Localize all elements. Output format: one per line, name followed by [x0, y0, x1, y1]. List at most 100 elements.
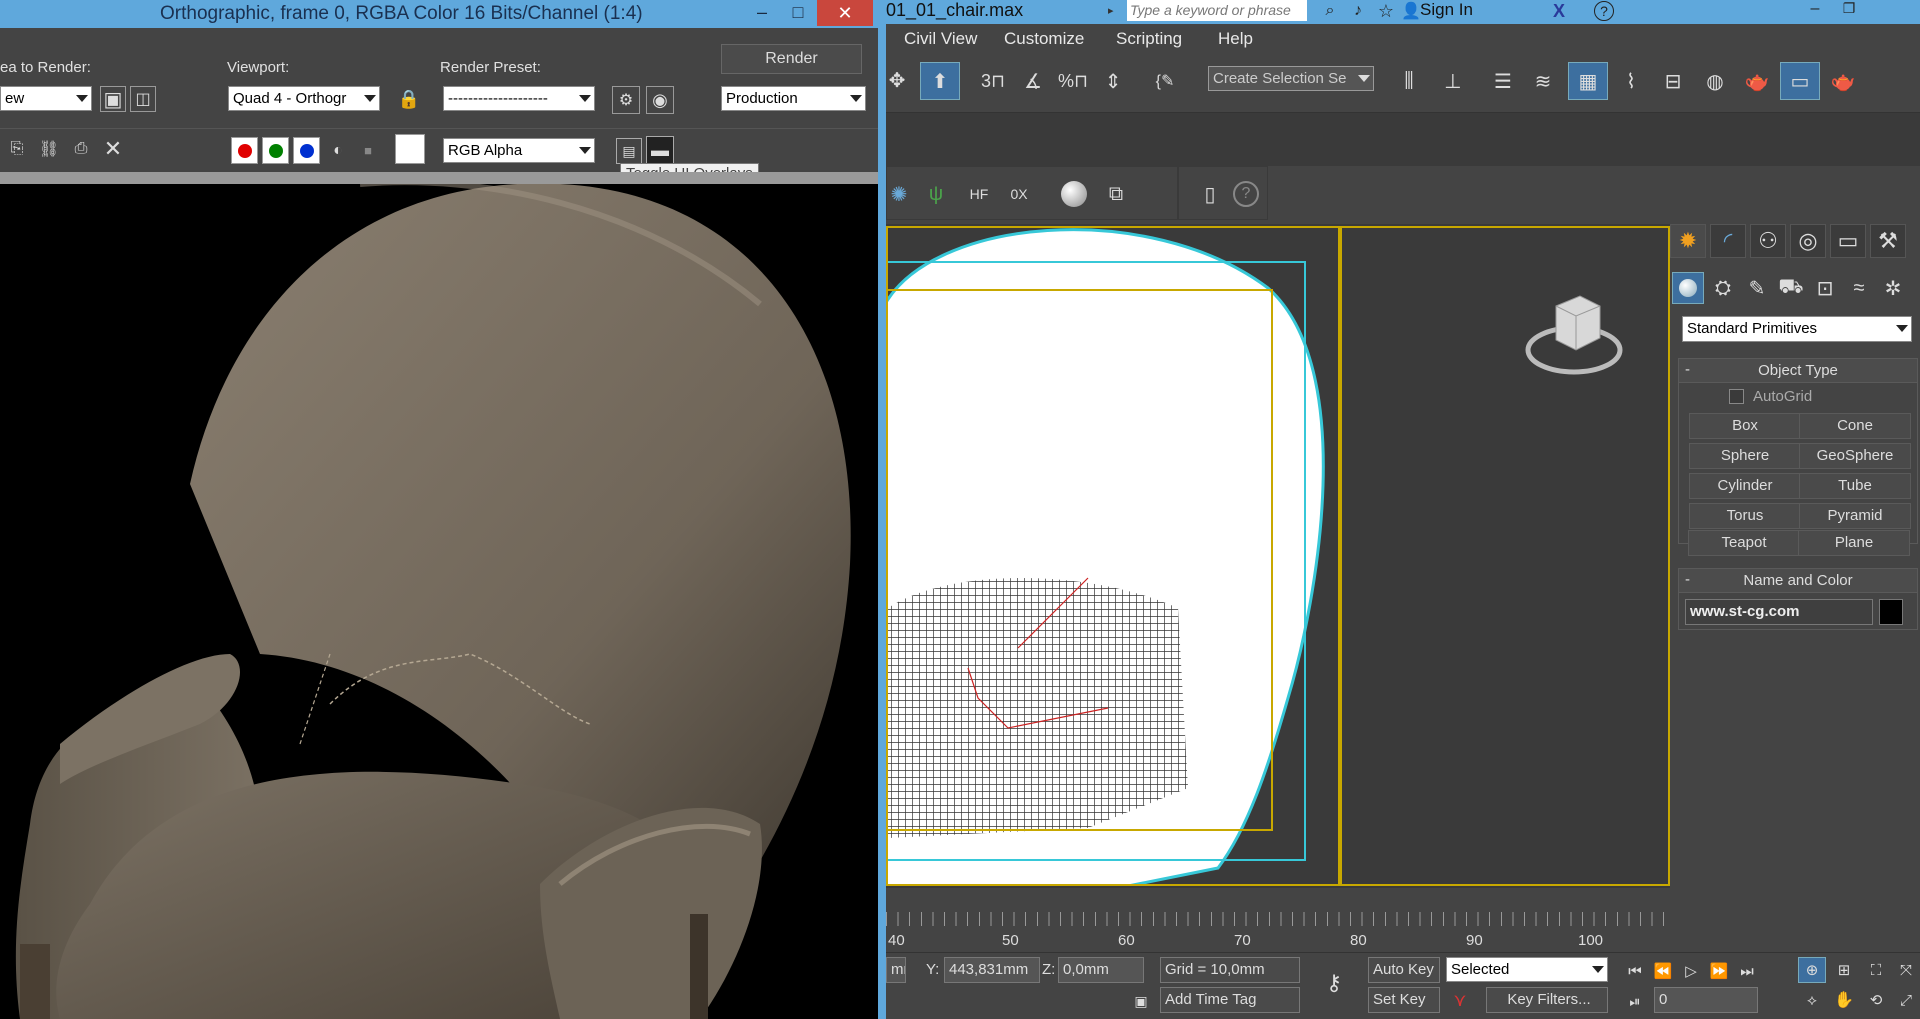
area-to-render-dropdown[interactable]: ew: [0, 86, 92, 111]
pan-icon[interactable]: ✋: [1830, 987, 1858, 1013]
zoom-extents-selected-icon[interactable]: ⛶: [1862, 957, 1890, 983]
channel-dropdown[interactable]: RGB Alpha: [443, 138, 595, 163]
play-icon[interactable]: ▷: [1678, 959, 1704, 983]
display-tab-icon[interactable]: ▭: [1830, 224, 1866, 258]
search-input[interactable]: Type a keyword or phrase: [1127, 0, 1307, 21]
rendered-frame-window-icon[interactable]: ▭: [1780, 62, 1820, 100]
key-mode-toggle-icon[interactable]: ⏯: [1622, 989, 1648, 1013]
name-color-header[interactable]: - Name and Color: [1679, 569, 1917, 593]
motion-tab-icon[interactable]: ◎: [1790, 224, 1826, 258]
menu-customize[interactable]: Customize: [1004, 29, 1084, 49]
maximize-toggle-icon[interactable]: ⤢: [1892, 987, 1920, 1013]
maximize-button[interactable]: □: [783, 0, 813, 28]
perspective-viewport[interactable]: [886, 226, 1340, 886]
percent-snap-icon[interactable]: %⊓: [1056, 62, 1090, 100]
close-button[interactable]: ✕: [817, 0, 873, 26]
category-dropdown[interactable]: Standard Primitives: [1682, 316, 1912, 342]
cylinder-button[interactable]: Cylinder: [1689, 473, 1801, 499]
geosphere-button[interactable]: GeoSphere: [1799, 443, 1911, 469]
max-titlebar[interactable]: 01_01_chair.max ▸ Type a keyword or phra…: [886, 0, 1920, 24]
viewcube-icon[interactable]: [1522, 278, 1632, 388]
material-editor-icon[interactable]: ◍: [1698, 62, 1732, 100]
zoom-all-icon[interactable]: ⊞: [1830, 957, 1858, 983]
object-name-field[interactable]: www.st-cg.com: [1685, 599, 1873, 625]
align-icon[interactable]: ⊥: [1436, 62, 1470, 100]
red-channel-button[interactable]: [231, 137, 258, 164]
monochrome-icon[interactable]: ■: [355, 137, 381, 164]
systems-icon[interactable]: ✲: [1878, 272, 1908, 304]
selection-set-dropdown[interactable]: Create Selection Se: [1208, 66, 1374, 91]
render-setup-icon[interactable]: ⚙: [612, 86, 640, 114]
time-tag-icon[interactable]: ▣: [1130, 989, 1152, 1013]
sign-in-link[interactable]: Sign In: [1420, 0, 1473, 20]
scene-explorer-icon[interactable]: ☰: [1486, 62, 1520, 100]
ribbon-toggle-icon[interactable]: ▦: [1568, 62, 1608, 100]
clear-icon[interactable]: ✕: [100, 136, 126, 162]
favorites-star-icon[interactable]: ☆: [1374, 0, 1398, 22]
object-color-swatch[interactable]: [1879, 599, 1903, 625]
track-bar[interactable]: 40 50 60 70 80 90 100: [886, 912, 1670, 950]
sphere-button[interactable]: Sphere: [1689, 443, 1801, 469]
render-production-icon[interactable]: 🫖: [1826, 62, 1860, 100]
exchange-icon[interactable]: X: [1546, 0, 1572, 22]
auto-region-icon[interactable]: ◫: [130, 86, 156, 112]
binoculars-icon[interactable]: ⌕: [1318, 0, 1342, 22]
menu-scripting[interactable]: Scripting: [1116, 29, 1182, 49]
foliage-icon[interactable]: ψ: [919, 177, 953, 211]
auto-key-button[interactable]: Auto Key: [1368, 957, 1440, 983]
render-setup-icon[interactable]: 🫖: [1740, 62, 1774, 100]
key-icon[interactable]: ⚷: [1312, 963, 1356, 1003]
current-frame-field[interactable]: 0: [1654, 987, 1758, 1013]
curve-editor-icon[interactable]: ⌇: [1614, 62, 1648, 100]
schematic-view-icon[interactable]: ⊟: [1656, 62, 1690, 100]
snaps-toggle-icon[interactable]: 3⊓: [976, 62, 1010, 100]
orbit-icon[interactable]: ⟲: [1862, 987, 1890, 1013]
plane-button[interactable]: Plane: [1798, 530, 1910, 556]
move-icon[interactable]: ✥: [886, 62, 908, 98]
spinner-snap-icon[interactable]: ⇕: [1096, 62, 1130, 100]
particle-icon[interactable]: ✺: [887, 177, 911, 211]
z-coordinate-field[interactable]: 0,0mm: [1058, 957, 1144, 983]
user-icon[interactable]: 👤: [1400, 0, 1422, 22]
help-circle-icon[interactable]: ?: [1229, 177, 1263, 211]
render-tools-icon[interactable]: ⧉: [1099, 177, 1133, 211]
toggle-ui-icon[interactable]: ▬: [646, 136, 674, 164]
cloth-icon[interactable]: 0X: [1001, 177, 1037, 211]
menu-help[interactable]: Help: [1218, 29, 1253, 49]
clone-window-icon[interactable]: ⛓: [36, 136, 62, 162]
render-window-titlebar[interactable]: Orthographic, frame 0, RGBA Color 16 Bit…: [0, 0, 882, 28]
help-icon[interactable]: ?: [1592, 0, 1616, 22]
cone-button[interactable]: Cone: [1799, 413, 1911, 439]
key-mode-dropdown[interactable]: Selected: [1446, 957, 1608, 982]
production-dropdown[interactable]: Production: [721, 86, 866, 111]
maximize-viewport-icon[interactable]: ⤧: [1892, 957, 1920, 983]
tube-button[interactable]: Tube: [1799, 473, 1911, 499]
modify-tab-icon[interactable]: ◜: [1710, 224, 1746, 258]
named-selection-edit-icon[interactable]: {✎: [1148, 62, 1182, 100]
print-icon[interactable]: ⎙: [68, 136, 94, 162]
alpha-channel-icon[interactable]: ◐: [325, 137, 351, 164]
create-tab-icon[interactable]: ✹: [1670, 224, 1706, 258]
autogrid-checkbox[interactable]: [1729, 389, 1744, 404]
manage-icon[interactable]: ▯: [1193, 177, 1227, 211]
hair-fur-icon[interactable]: HF: [961, 177, 997, 211]
viewport-dropdown[interactable]: Quad 4 - Orthogr: [228, 86, 380, 111]
helpers-icon[interactable]: ⊡: [1810, 272, 1840, 304]
right-viewport[interactable]: [1340, 226, 1670, 886]
torus-button[interactable]: Torus: [1689, 503, 1801, 529]
select-place-icon[interactable]: ⬆: [920, 62, 960, 100]
edit-region-icon[interactable]: ▣: [100, 86, 126, 112]
previous-frame-icon[interactable]: ⏪: [1650, 959, 1676, 983]
max-restore-button[interactable]: ❐: [1834, 0, 1864, 22]
copy-image-icon[interactable]: ⎘: [4, 136, 30, 162]
pyramid-button[interactable]: Pyramid: [1799, 503, 1911, 529]
set-key-button[interactable]: Set Key: [1368, 987, 1440, 1013]
color-swatch[interactable]: [395, 134, 425, 164]
go-to-start-icon[interactable]: ⏮: [1622, 959, 1648, 983]
next-frame-icon[interactable]: ⏩: [1706, 959, 1732, 983]
box-button[interactable]: Box: [1689, 413, 1801, 439]
zoom-extents-icon[interactable]: ⊕: [1798, 957, 1826, 983]
teapot-button[interactable]: Teapot: [1688, 530, 1800, 556]
object-type-header[interactable]: - Object Type: [1679, 359, 1917, 383]
go-to-end-icon[interactable]: ⏭: [1734, 959, 1760, 983]
